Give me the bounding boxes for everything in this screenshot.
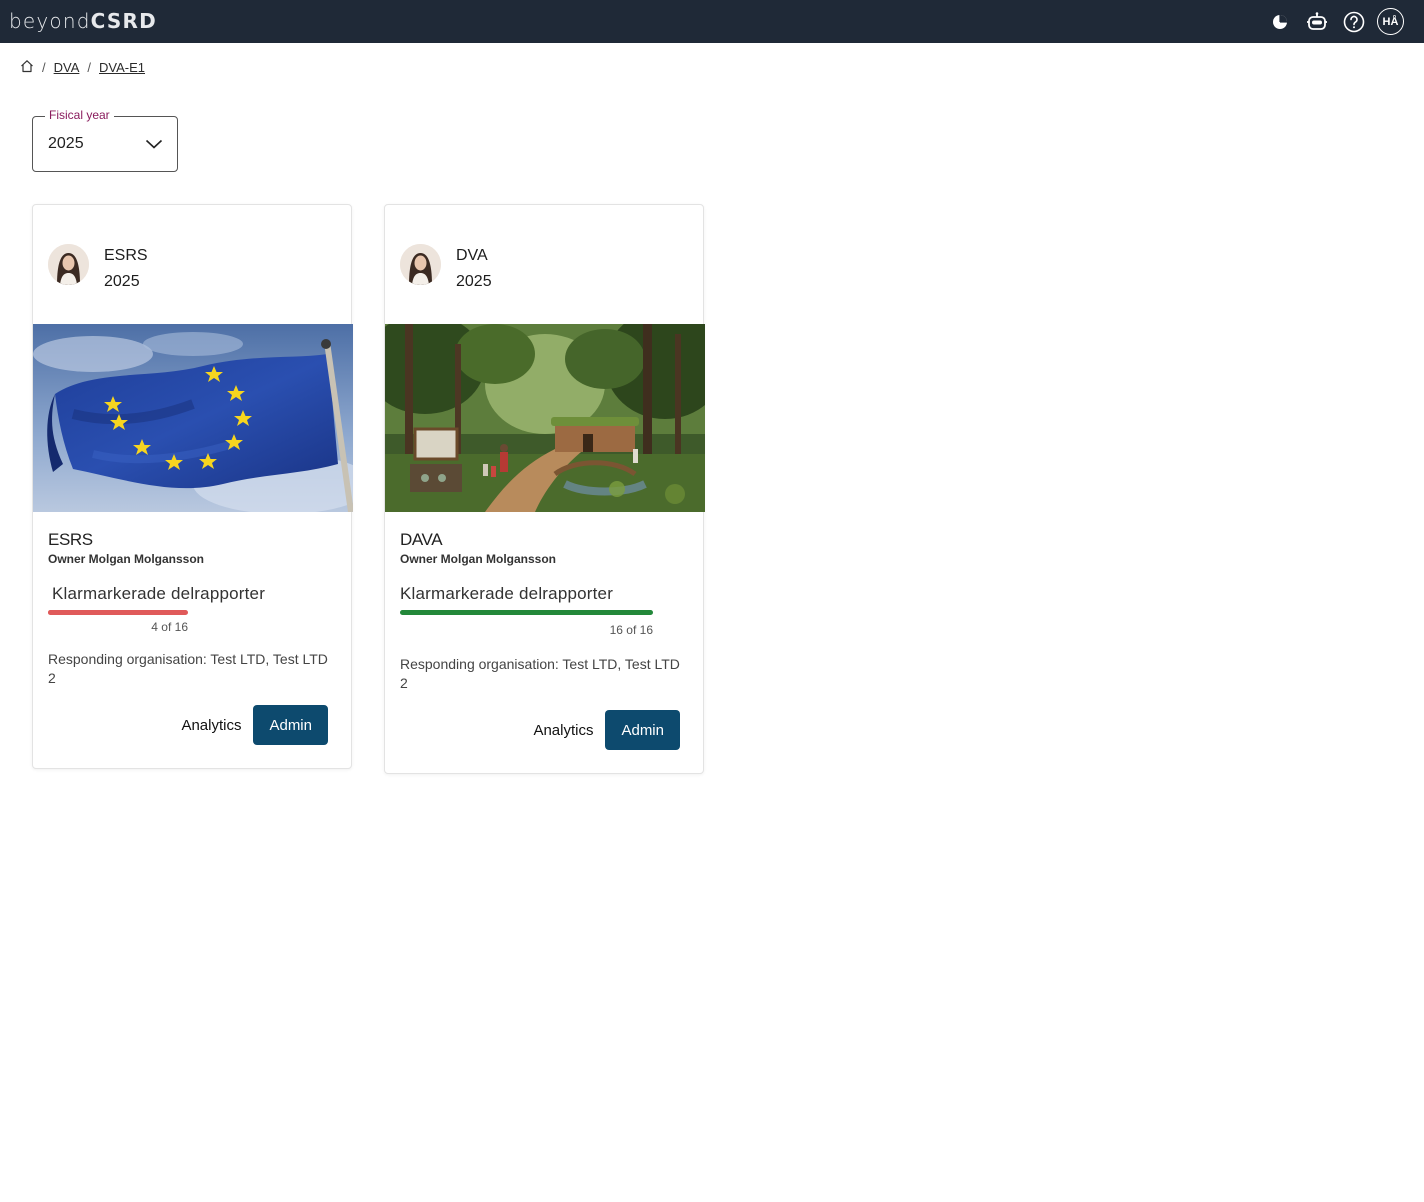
report-card-dva: DVA 2025 DAVA Owner Molgan Molgansson Kl…: [384, 204, 705, 774]
project-owner: Owner Molgan Molgansson: [400, 552, 557, 566]
breadcrumb-link-dva-e1[interactable]: DVA-E1: [99, 60, 145, 75]
project-name: ESRS: [48, 530, 93, 549]
breadcrumb-separator: /: [42, 60, 46, 75]
card-actions: Analytics Admin: [48, 705, 328, 768]
admin-button[interactable]: Admin: [253, 705, 328, 745]
fiscal-year-select[interactable]: Fisical year 2025: [32, 108, 178, 172]
breadcrumb-link-dva[interactable]: DVA: [54, 60, 80, 75]
progress-count: 16 of 16: [609, 623, 653, 637]
card-header-year: 2025: [104, 273, 140, 290]
progress-label: Klarmarkerade delrapporter: [400, 584, 614, 603]
chevron-down-icon: [145, 137, 163, 155]
progress-label: Klarmarkerade delrapporter: [52, 584, 266, 603]
breadcrumb: / DVA / DVA-E1: [20, 59, 145, 76]
fiscal-year-value: 2025: [48, 135, 84, 152]
owner-avatar: [400, 244, 441, 285]
card-header: DVA 2025: [385, 205, 703, 324]
breadcrumb-separator: /: [87, 60, 92, 75]
app-logo[interactable]: beyondCSRD: [9, 9, 157, 33]
robot-icon[interactable]: [1303, 8, 1330, 35]
card-header-name: ESRS: [104, 247, 148, 264]
progress-section: Klarmarkerade delrapporter 4 of 16: [48, 584, 266, 634]
analytics-button[interactable]: Analytics: [181, 717, 241, 734]
pie-chart-icon[interactable]: [1266, 8, 1293, 35]
card-body: ESRS Owner Molgan Molgansson Klarmarkera…: [33, 512, 351, 768]
analytics-button[interactable]: Analytics: [533, 722, 593, 739]
card-header-name: DVA: [456, 247, 488, 264]
logo-text-bold: CSRD: [90, 9, 157, 33]
logo-text-light: beyond: [9, 9, 91, 33]
home-icon[interactable]: [20, 59, 34, 76]
progress-bar-fill: [48, 610, 83, 615]
top-icons: HÅ: [1266, 8, 1404, 35]
card-header-year: 2025: [456, 273, 492, 290]
card-actions: Analytics Admin: [400, 710, 680, 773]
progress-bar: [48, 610, 188, 615]
forest-park-image: [385, 324, 705, 512]
admin-button[interactable]: Admin: [605, 710, 680, 750]
card-header-title: ESRS 2025: [104, 243, 148, 295]
eu-flag-image: [33, 324, 353, 512]
owner-avatar: [48, 244, 89, 285]
project-owner: Owner Molgan Molgansson: [48, 552, 205, 566]
card-body: DAVA Owner Molgan Molgansson Klarmarkera…: [385, 512, 703, 773]
report-card-esrs: ESRS 2025 ESRS Owner Molgan Molgansson K…: [32, 204, 353, 769]
responding-organisation: Responding organisation: Test LTD, Test …: [48, 651, 328, 686]
progress-count: 4 of 16: [151, 620, 188, 634]
card-header: ESRS 2025: [33, 205, 351, 324]
help-icon[interactable]: [1340, 8, 1367, 35]
fiscal-year-label: Fisical year: [45, 108, 114, 122]
user-avatar[interactable]: HÅ: [1377, 8, 1404, 35]
progress-bar: [400, 610, 653, 615]
responding-organisation: Responding organisation: Test LTD, Test …: [400, 656, 680, 691]
progress-section: Klarmarkerade delrapporter 16 of 16: [400, 584, 653, 637]
card-header-title: DVA 2025: [456, 243, 492, 295]
top-bar: beyondCSRD HÅ: [0, 0, 1424, 43]
project-name: DAVA: [400, 530, 443, 549]
progress-bar-fill: [400, 610, 653, 615]
